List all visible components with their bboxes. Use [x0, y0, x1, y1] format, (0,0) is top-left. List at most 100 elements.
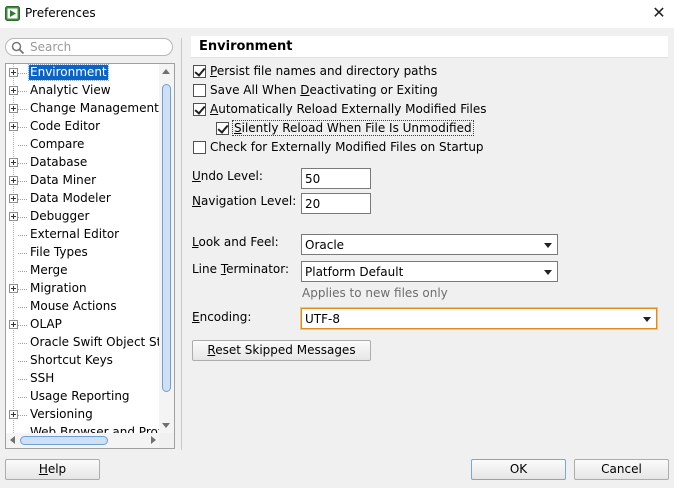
tree-item-label: Merge — [30, 263, 68, 277]
expand-plus-icon[interactable] — [9, 68, 18, 77]
tree-items: Environment Analytic View Change Managemen… — [6, 64, 160, 433]
silent-reload-label: Silently Reload When File Is Unmodified — [232, 120, 474, 136]
navigation-level-input[interactable] — [301, 193, 371, 214]
label-rest: ersist file names and directory paths — [216, 64, 438, 78]
tree-item-label: Change Management P — [30, 101, 160, 115]
tree-item-label: File Types — [30, 245, 88, 259]
save-all-check[interactable] — [193, 84, 206, 97]
tree-item-label: Database — [30, 155, 88, 169]
mnemonic: S — [234, 121, 242, 135]
tree-item-label: Data Modeler — [30, 191, 111, 205]
tree-connector — [18, 163, 27, 164]
tree-item[interactable]: Merge — [6, 262, 160, 280]
tree-item[interactable]: Database — [6, 154, 160, 172]
tree-item[interactable]: Compare — [6, 136, 160, 154]
look-and-feel-select[interactable]: Oracle — [301, 234, 558, 255]
tree-item[interactable]: Data Modeler — [6, 190, 160, 208]
close-button[interactable]: ✕ — [644, 0, 674, 28]
navigation-level-label: Navigation Level: — [192, 194, 296, 208]
expand-plus-icon[interactable] — [9, 284, 18, 293]
expand-plus-icon[interactable] — [9, 104, 18, 113]
expand-plus-icon[interactable] — [9, 320, 18, 329]
tree-item[interactable]: Usage Reporting — [6, 388, 160, 406]
tree-connector — [18, 325, 27, 326]
search-input[interactable] — [30, 39, 168, 55]
tree-item[interactable]: External Editor — [6, 226, 160, 244]
tree-horizontal-scrollbar[interactable] — [6, 433, 160, 448]
expand-plus-icon[interactable] — [9, 212, 18, 221]
mnemonic: A — [210, 102, 219, 116]
tree-item[interactable]: Environment — [6, 64, 160, 82]
mnemonic: P — [210, 64, 217, 78]
tree-item-label: Shortcut Keys — [30, 353, 113, 367]
window-title: Preferences — [25, 6, 96, 20]
scroll-right-icon[interactable] — [151, 436, 156, 444]
tree-item[interactable]: Data Miner — [6, 172, 160, 190]
cancel-button[interactable]: Cancel — [574, 459, 669, 480]
tree-item-label: SSH — [30, 371, 55, 385]
tree-connector — [18, 397, 27, 398]
search-box[interactable] — [5, 38, 173, 56]
reset-skipped-messages-button[interactable]: Reset Skipped Messages — [192, 340, 371, 361]
expand-plus-icon[interactable] — [9, 176, 18, 185]
ok-button[interactable]: OK — [471, 459, 566, 480]
persist-paths-check[interactable] — [193, 65, 206, 78]
scroll-up-icon[interactable] — [162, 69, 170, 74]
undo-level-input[interactable] — [301, 168, 371, 189]
tree-vertical-scroll-thumb[interactable] — [162, 84, 171, 392]
undo-level-label: Undo Level: — [192, 169, 263, 183]
line-terminator-label: Line Terminator: — [192, 262, 289, 276]
tree-vertical-scrollbar[interactable] — [159, 64, 174, 433]
tree-connector — [18, 307, 27, 308]
tree-item-label: Data Miner — [30, 173, 97, 187]
expand-plus-icon[interactable] — [9, 194, 18, 203]
tree-item[interactable]: Oracle Swift Object Sto — [6, 334, 160, 352]
encoding-value: UTF-8 — [305, 312, 340, 326]
auto-reload-check[interactable] — [193, 103, 206, 116]
check-startup-check[interactable] — [193, 141, 206, 154]
expand-plus-icon[interactable] — [9, 410, 18, 419]
scroll-corner — [159, 433, 174, 448]
label-rest: avigation Level: — [200, 194, 297, 208]
tree-item[interactable]: Shortcut Keys — [6, 352, 160, 370]
tree-item[interactable]: Debugger — [6, 208, 160, 226]
tree-item[interactable]: Web Browser and Prox — [6, 424, 160, 433]
tree-connector — [18, 199, 27, 200]
label-rest: utomatically Reload Externally Modified … — [218, 102, 487, 116]
label-pre: Save All When — [210, 83, 301, 97]
scroll-left-icon[interactable] — [10, 436, 15, 444]
look-and-feel-label: Look and Feel: — [192, 235, 279, 249]
tree-item[interactable]: SSH — [6, 370, 160, 388]
tree-item[interactable]: Code Editor — [6, 118, 160, 136]
tree-item[interactable]: Change Management P — [6, 100, 160, 118]
split-divider[interactable] — [181, 38, 182, 450]
expand-plus-icon[interactable] — [9, 158, 18, 167]
tree-item[interactable]: File Types — [6, 244, 160, 262]
applies-hint: Applies to new files only — [302, 286, 448, 300]
tree-item[interactable]: Analytic View — [6, 82, 160, 100]
label-rest: erminator: — [226, 262, 290, 276]
encoding-select[interactable]: UTF-8 — [301, 308, 657, 329]
tree-item-label: Versioning — [30, 407, 93, 421]
expand-plus-icon[interactable] — [9, 122, 18, 131]
tree-item[interactable]: Mouse Actions — [6, 298, 160, 316]
expand-plus-icon[interactable] — [9, 86, 18, 95]
encoding-label: Encoding: — [192, 310, 251, 324]
line-terminator-select[interactable]: Platform Default — [301, 261, 558, 282]
tree-horizontal-scroll-thumb[interactable] — [20, 436, 108, 445]
preferences-tree[interactable]: Environment Analytic View Change Managemen… — [5, 63, 175, 449]
mnemonic: E — [192, 310, 200, 324]
tree-item-label: Migration — [30, 281, 87, 295]
tree-item-label: Compare — [30, 137, 85, 151]
line-terminator-value: Platform Default — [305, 265, 404, 279]
tree-connector — [18, 379, 27, 380]
tree-connector — [18, 289, 27, 290]
silent-reload-check[interactable] — [216, 122, 229, 135]
tree-connector — [18, 181, 27, 182]
help-button[interactable]: Help — [5, 459, 100, 480]
tree-item[interactable]: OLAP — [6, 316, 160, 334]
scroll-down-icon[interactable] — [162, 423, 170, 428]
tree-item[interactable]: Migration — [6, 280, 160, 298]
title-bar: Preferences ✕ — [0, 0, 674, 28]
tree-item[interactable]: Versioning — [6, 406, 160, 424]
